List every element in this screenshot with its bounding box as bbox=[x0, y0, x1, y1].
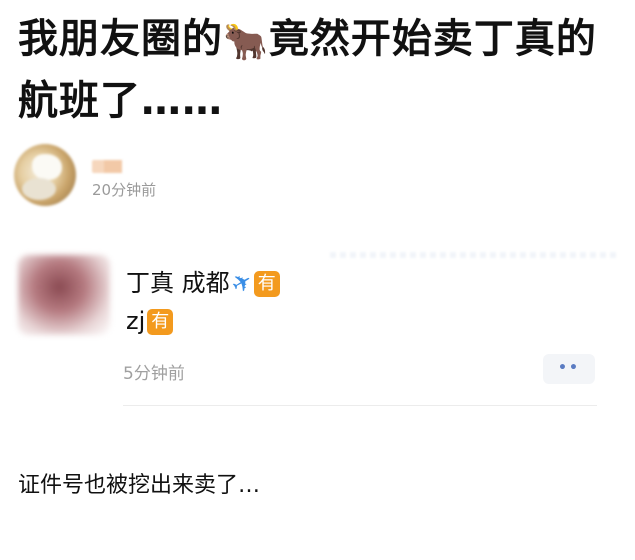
post-timestamp: 20分钟前 bbox=[92, 181, 157, 199]
have-badge-2: 有 bbox=[147, 309, 174, 335]
faint-text-line bbox=[330, 252, 620, 258]
more-options-button[interactable]: •• bbox=[543, 354, 595, 384]
comment-timestamp: 5分钟前 bbox=[123, 364, 185, 384]
post-title: 我朋友圈的🐂竟然开始卖丁真的航班了…… bbox=[18, 10, 618, 130]
author-avatar[interactable] bbox=[14, 144, 76, 206]
divider bbox=[123, 405, 597, 406]
comment-text-content: 丁真 成都 bbox=[126, 269, 230, 297]
commenter-avatar[interactable] bbox=[18, 255, 110, 335]
comment-text-content-2: zj bbox=[126, 307, 146, 335]
ox-emoji-icon: 🐂 bbox=[223, 22, 269, 63]
caption-text: 证件号也被挖出来卖了… bbox=[18, 473, 261, 498]
comment-text-line1: 丁真 成都✈有 bbox=[126, 266, 280, 300]
post-title-text-1: 我朋友圈的 bbox=[18, 16, 223, 62]
comment-text-line2: zj 有 bbox=[126, 304, 174, 338]
author-name-blurred[interactable] bbox=[92, 160, 122, 173]
